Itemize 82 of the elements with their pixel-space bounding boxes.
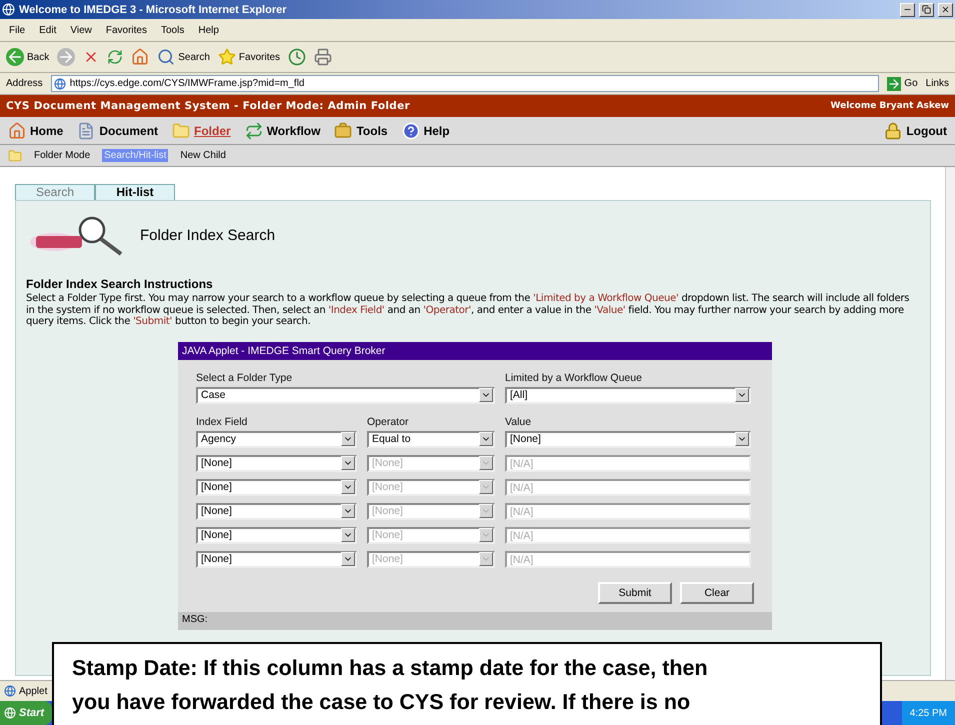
page-icon xyxy=(4,685,16,697)
callout-text: you have forwarded the case to CYS for review. If there is no xyxy=(72,689,692,716)
nav-item[interactable]: Home xyxy=(8,122,64,140)
back-button[interactable]: Back xyxy=(6,48,50,66)
value-dropdown[interactable]: [None] xyxy=(505,430,751,448)
favorites-button[interactable]: Favorites xyxy=(218,48,280,66)
column-label: Index Field xyxy=(196,416,248,430)
instructions-text: Select a Folder Type first. You may narrow your search to a workflow queue by selecting a queue from the 'Limited by a Workflow Queue' dropdown list. The search will include all folders in the system if no workflow queue is selected. Then, select an 'Index Field' and an 'Operator', and enter a value in the 'Value' field. You may further narrow your search by adding more query items. Click the 'Submit' button to begin your search. xyxy=(26,293,910,328)
index-field-dropdown[interactable]: [None] xyxy=(196,478,357,496)
printer-icon xyxy=(314,48,332,66)
close-button[interactable] xyxy=(938,2,953,16)
address-label: Address xyxy=(6,78,43,89)
logout-button[interactable]: Logout xyxy=(884,122,947,140)
links-button[interactable]: Links xyxy=(926,78,949,89)
folder-icon xyxy=(8,148,22,162)
menu-item[interactable]: Help xyxy=(195,24,222,36)
workflow-queue-dropdown[interactable]: [All] xyxy=(505,386,751,404)
history-button[interactable] xyxy=(288,48,306,66)
house-icon xyxy=(8,122,26,140)
start-button[interactable]: Start xyxy=(0,701,52,725)
cycle-icon xyxy=(244,122,263,140)
applet-button[interactable]: Submit xyxy=(598,582,672,604)
star-icon xyxy=(218,48,236,66)
nav-item[interactable]: Tools xyxy=(334,122,388,140)
callout-text: Stamp Date: If this column has a stamp date for the case, then xyxy=(72,655,709,682)
folder-icon xyxy=(172,122,190,140)
home-button[interactable] xyxy=(131,48,150,66)
operator-dropdown[interactable]: Equal to xyxy=(367,430,495,448)
nav-item[interactable]: Folder xyxy=(172,122,231,140)
index-field-dropdown[interactable]: [None] xyxy=(196,502,357,520)
home-icon xyxy=(131,48,150,66)
search-button[interactable]: Search xyxy=(157,48,210,66)
close-icon xyxy=(941,5,950,14)
applet-title: JAVA Applet - IMEDGE Smart Query Broker xyxy=(178,342,772,360)
tab[interactable]: Hit-list xyxy=(95,184,175,200)
instructions-title: Folder Index Search Instructions xyxy=(26,277,214,291)
app-title: CYS Document Management System - Folder Mode: Admin Folder xyxy=(6,100,410,112)
help-icon xyxy=(402,122,420,140)
menu-item[interactable]: Tools xyxy=(158,24,188,36)
restore-icon xyxy=(922,5,931,14)
browser-icon xyxy=(2,3,15,16)
window-title: Welcome to IMEDGE 3 - Microsoft Internet Explorer xyxy=(19,4,288,16)
refresh-button[interactable] xyxy=(107,49,124,65)
go-button[interactable]: Go xyxy=(887,76,918,90)
index-field-dropdown[interactable]: [None] xyxy=(196,454,357,472)
nav-item[interactable]: Document xyxy=(77,122,158,140)
scrollbar[interactable] xyxy=(945,167,955,680)
toolbox-icon xyxy=(334,122,352,140)
page-icon xyxy=(54,78,66,90)
field-label: Limited by a Workflow Queue xyxy=(505,372,643,386)
menu-item[interactable]: Edit xyxy=(36,24,60,36)
tab[interactable]: Search xyxy=(15,184,95,200)
history-icon xyxy=(288,48,306,66)
minimize-button[interactable] xyxy=(900,2,915,16)
restore-button[interactable] xyxy=(919,2,934,16)
applet-button[interactable]: Clear xyxy=(680,582,754,604)
search-icon xyxy=(157,48,176,66)
column-label: Value xyxy=(505,416,532,430)
address-field[interactable]: https://cys.edge.com/CYS/IMWFrame.jsp?mid=m_fld xyxy=(50,75,880,92)
print-button[interactable] xyxy=(314,48,332,66)
lock-icon xyxy=(884,122,902,140)
index-field-dropdown[interactable]: [None] xyxy=(196,550,357,568)
refresh-icon xyxy=(107,49,124,65)
menu-item[interactable]: View xyxy=(67,24,95,36)
menu-item[interactable]: Favorites xyxy=(102,24,150,36)
index-field-dropdown[interactable]: [None] xyxy=(196,526,357,544)
index-field-dropdown[interactable]: Agency xyxy=(196,430,357,448)
clock: 4:25 PM xyxy=(910,708,947,718)
page-heading: Folder Index Search xyxy=(140,226,276,244)
field-label: Select a Folder Type xyxy=(196,372,294,386)
folder-type-dropdown[interactable]: Case xyxy=(196,386,495,404)
nav-item[interactable]: Help xyxy=(402,122,450,140)
welcome-text: Welcome Bryant Askew xyxy=(830,101,949,111)
document-icon xyxy=(77,122,96,140)
nav-item[interactable]: Workflow xyxy=(244,122,320,140)
subnav-item[interactable]: Folder Mode xyxy=(32,149,92,162)
forward-button[interactable] xyxy=(57,48,76,66)
subnav-item[interactable]: New Child xyxy=(178,149,228,162)
status-text: Applet xyxy=(19,686,48,696)
message-bar: MSG: xyxy=(178,612,772,630)
column-label: Operator xyxy=(367,416,410,430)
menu-item[interactable]: File xyxy=(6,24,28,36)
